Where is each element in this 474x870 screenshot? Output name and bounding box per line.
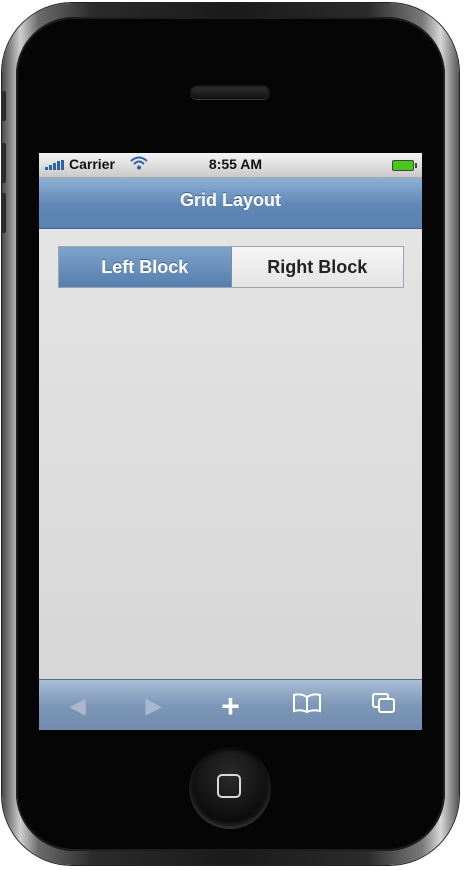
forward-icon[interactable]: ▶ <box>134 693 174 718</box>
bookmarks-icon[interactable] <box>287 692 327 719</box>
content-area: Left Block Right Block <box>39 229 422 679</box>
volume-down-button <box>1 193 6 233</box>
status-bar: Carrier 8:55 AM <box>39 153 422 178</box>
home-button[interactable] <box>189 747 271 829</box>
clock: 8:55 AM <box>208 156 263 172</box>
volume-up-button <box>1 143 6 183</box>
mute-switch <box>1 91 6 121</box>
page-title: Grid Layout <box>179 190 281 210</box>
browser-toolbar: ◀ ▶ + <box>39 679 422 730</box>
grid-layout: Left Block Right Block <box>58 246 404 288</box>
right-block[interactable]: Right Block <box>231 247 403 287</box>
left-block[interactable]: Left Block <box>59 247 232 287</box>
battery-icon <box>392 160 417 171</box>
navigation-bar: Grid Layout <box>39 178 422 229</box>
home-square-icon <box>217 774 241 798</box>
pages-icon[interactable] <box>364 692 404 719</box>
earpiece-speaker <box>190 85 270 99</box>
add-icon[interactable]: + <box>210 690 250 722</box>
back-icon[interactable]: ◀ <box>57 693 97 718</box>
screen: Carrier 8:55 AM Grid Layout Left Block R… <box>39 153 422 730</box>
